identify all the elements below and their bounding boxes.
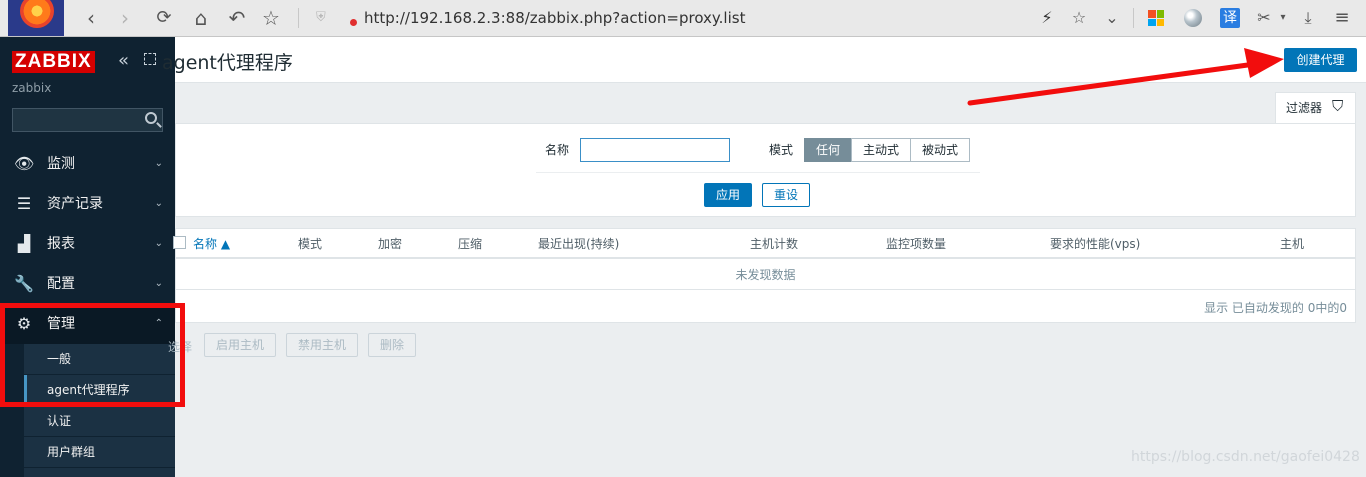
filter-tab-label: 过滤器: [1286, 101, 1323, 115]
forward-icon[interactable]: ›: [112, 6, 138, 30]
download-icon[interactable]: ⤓: [1299, 7, 1317, 29]
sidebar-item-label: 监测: [47, 156, 75, 172]
address-bar[interactable]: http://192.168.2.3:88/zabbix.php?action=…: [364, 8, 745, 28]
bolt-icon[interactable]: ⚡: [1040, 7, 1054, 29]
star-icon[interactable]: ☆: [258, 6, 284, 30]
eye-icon: 👁: [14, 154, 35, 173]
sidebar-item-administration[interactable]: ⚙ 管理 ⌃: [0, 304, 175, 344]
select-all-checkbox[interactable]: [173, 236, 186, 249]
sidebar-item-general[interactable]: 一般: [24, 344, 175, 375]
column-header-last-seen: 最近出现(持续): [538, 237, 620, 251]
translate-icon[interactable]: 译: [1220, 8, 1240, 28]
dropdown-icon[interactable]: ▾: [1278, 7, 1288, 29]
home-icon[interactable]: ⌂: [188, 6, 214, 30]
sidebar-item-configuration[interactable]: 🔧 配置 ⌄: [0, 264, 175, 304]
chevron-up-icon: ⌃: [154, 318, 163, 329]
collapse-sidebar-icon[interactable]: «: [118, 51, 129, 71]
globe-icon[interactable]: [1184, 9, 1202, 27]
chevron-down-icon: ⌄: [154, 238, 163, 249]
table-stats: 显示 已自动发现的 0中的0: [1204, 301, 1347, 315]
column-header-host-count: 主机计数: [750, 237, 799, 251]
sidebar-item-reports[interactable]: ▟ 报表 ⌄: [0, 224, 175, 264]
bookmark-icon[interactable]: ☆: [1070, 7, 1088, 29]
column-header-name[interactable]: 名称 ▲: [193, 236, 230, 252]
filter-panel: 名称 模式 任何 主动式 被动式 应用 重设: [175, 123, 1356, 217]
page-header: agent代理程序 创建代理: [162, 37, 1366, 83]
selected-count-label: 选择: [168, 340, 193, 354]
apply-button[interactable]: 应用: [704, 183, 752, 207]
reload-icon[interactable]: ⟳: [151, 6, 177, 30]
browser-avatar-icon[interactable]: [8, 0, 64, 36]
proxy-table: 名称 ▲ 模式 加密 压缩 最近出现(持续) 主机计数 监控项数量 要求的性能(…: [173, 228, 1356, 323]
wrench-icon: 🔧: [14, 274, 34, 293]
enable-hosts-button[interactable]: 启用主机: [204, 333, 276, 357]
column-header-compression: 压缩: [458, 237, 483, 251]
sidebar-item-label: 用户群组: [47, 445, 96, 459]
create-proxy-button[interactable]: 创建代理: [1284, 48, 1357, 72]
no-data-message: 未发现数据: [735, 268, 796, 282]
sidebar-item-label: 认证: [47, 414, 72, 428]
column-header-required-performance: 要求的性能(vps): [1050, 237, 1141, 251]
table-row-divider: [176, 289, 1355, 290]
filter-icon: ⛉: [1332, 97, 1344, 115]
bar-chart-icon: ▟: [17, 234, 31, 253]
disable-hosts-button[interactable]: 禁用主机: [286, 333, 358, 357]
mode-option-any[interactable]: 任何: [804, 138, 852, 162]
kiosk-mode-icon[interactable]: [144, 53, 156, 65]
column-header-hosts: 主机: [1280, 237, 1305, 251]
table-header-divider: [176, 257, 1355, 259]
mode-option-passive[interactable]: 被动式: [910, 138, 970, 162]
sidebar-search-input[interactable]: [12, 108, 163, 132]
sidebar-item-label: 报表: [47, 236, 75, 252]
sidebar-item-monitoring[interactable]: 👁 监测 ⌄: [0, 144, 175, 184]
toolbar-divider: [1133, 8, 1134, 28]
chevron-down-icon: ⌄: [154, 158, 163, 169]
sidebar-item-label: 资产记录: [47, 196, 103, 212]
tab-filter[interactable]: 过滤器 ⛉: [1275, 92, 1356, 124]
page-title: agent代理程序: [162, 52, 293, 74]
name-filter-input[interactable]: [580, 138, 730, 162]
submenu-gutter: [0, 344, 24, 477]
menu-icon[interactable]: ≡: [1333, 7, 1351, 29]
browser-toolbar: ‹ › ⟳ ⌂ ↶ ☆ ⛨ http://192.168.2.3:88/zabb…: [0, 0, 1366, 37]
sidebar-item-label: 配置: [47, 276, 75, 292]
column-header-mode: 模式: [298, 237, 323, 251]
column-header-encryption: 加密: [378, 237, 403, 251]
back-icon[interactable]: ‹: [78, 6, 104, 30]
name-label: 名称: [545, 143, 570, 157]
server-name: zabbix: [12, 81, 52, 95]
toolbar-divider: [298, 8, 299, 28]
mode-option-active[interactable]: 主动式: [851, 138, 911, 162]
shield-icon[interactable]: ⛨: [316, 9, 332, 27]
zabbix-logo[interactable]: ZABBIX: [12, 51, 95, 73]
sidebar-item-label: agent代理程序: [47, 383, 130, 397]
insecure-lock-icon[interactable]: [341, 9, 357, 27]
reset-button[interactable]: 重设: [762, 183, 810, 207]
watermark: https://blog.csdn.net/gaofei0428: [1131, 449, 1360, 465]
chevron-down-icon[interactable]: ⌄: [1104, 7, 1120, 29]
delete-button[interactable]: 删除: [368, 333, 416, 357]
sidebar: ZABBIX « zabbix 👁 监测 ⌄ ☰ 资产记录 ⌄ ▟ 报表 ⌄ 🔧…: [0, 37, 175, 477]
undo-icon[interactable]: ↶: [224, 6, 250, 30]
sidebar-item-label: 管理: [47, 316, 75, 332]
apps-grid-icon[interactable]: [1148, 10, 1164, 26]
sidebar-item-authentication[interactable]: 认证: [24, 406, 175, 437]
chevron-down-icon: ⌄: [154, 198, 163, 209]
administration-submenu: 一般 agent代理程序 认证 用户群组: [0, 344, 175, 477]
filter-divider: [536, 172, 980, 173]
list-icon: ☰: [16, 194, 32, 213]
sidebar-item-user-groups[interactable]: 用户群组: [24, 437, 175, 468]
chevron-down-icon: ⌄: [154, 278, 163, 289]
sidebar-item-inventory[interactable]: ☰ 资产记录 ⌄: [0, 184, 175, 224]
mode-label: 模式: [769, 143, 794, 157]
scissors-icon[interactable]: ✂: [1255, 7, 1273, 29]
sidebar-item-label: 一般: [47, 352, 72, 366]
sidebar-item-proxies[interactable]: agent代理程序: [24, 375, 175, 406]
gear-icon: ⚙: [16, 314, 32, 333]
column-header-item-count: 监控项数量: [886, 237, 947, 251]
search-icon[interactable]: [145, 112, 157, 124]
